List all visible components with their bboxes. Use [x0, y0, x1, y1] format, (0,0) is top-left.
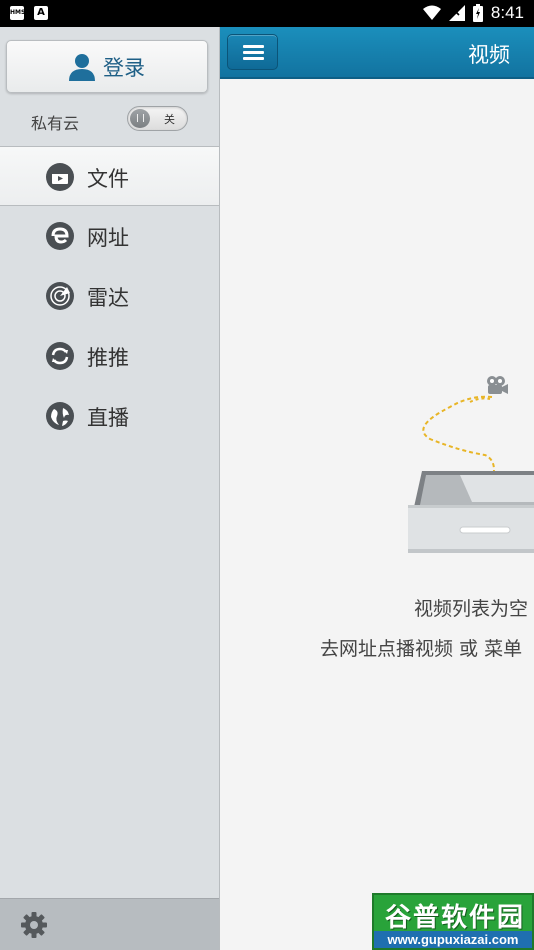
- sidebar: 登录 私有云 关 文件 网址 雷达 推推 直播: [0, 27, 220, 950]
- page-title: 视频: [468, 43, 510, 67]
- a-notification-icon: A: [34, 6, 48, 20]
- sidebar-item-label: 雷达: [87, 286, 129, 310]
- battery-icon: [472, 4, 483, 22]
- sidebar-item-label: 推推: [87, 346, 129, 370]
- login-label: 登录: [103, 55, 145, 80]
- empty-list-message: 视频列表为空: [414, 598, 529, 620]
- watermark-title: 谷普软件园: [384, 903, 525, 933]
- hamburger-line: [243, 51, 264, 54]
- browser-e-icon: [46, 222, 74, 250]
- wifi-icon: [422, 5, 441, 20]
- file-video-icon: [46, 163, 74, 191]
- watermark-logo: 谷普软件园 www.gupuxiazai.com: [372, 893, 534, 950]
- toggle-knob: [130, 109, 150, 128]
- main-panel: 视频 视频列表为空 去网址点播视频 或 菜单: [220, 27, 534, 950]
- private-cloud-row: 私有云 关: [0, 105, 220, 135]
- hamburger-line: [243, 57, 264, 60]
- empty-drawer-illustration: [408, 376, 534, 553]
- sidebar-nav: 文件 网址 雷达 推推 直播: [0, 146, 219, 446]
- toggle-state-label: 关: [164, 113, 175, 126]
- status-bar: HMS A 8:41: [0, 0, 534, 27]
- private-cloud-toggle[interactable]: 关: [127, 106, 188, 131]
- sidebar-item-label: 文件: [87, 167, 129, 191]
- gear-icon[interactable]: [20, 911, 48, 939]
- camera-icon: [487, 376, 508, 394]
- push-sync-icon: [46, 342, 74, 370]
- empty-list-hint: 去网址点播视频 或 菜单: [320, 638, 523, 660]
- watermark-url: www.gupuxiazai.com: [374, 931, 532, 948]
- signal-icon: [448, 5, 465, 21]
- sidebar-item-files[interactable]: 文件: [0, 146, 219, 206]
- globe-live-icon: [46, 402, 74, 430]
- main-header: 视频: [220, 27, 534, 79]
- sidebar-item-web[interactable]: 网址: [0, 206, 219, 266]
- private-cloud-label: 私有云: [31, 114, 80, 133]
- radar-icon: [46, 282, 74, 310]
- user-icon: [69, 53, 95, 81]
- hms-icon: HMS: [10, 6, 25, 20]
- sidebar-item-label: 网址: [87, 226, 129, 250]
- login-button[interactable]: 登录: [6, 40, 208, 93]
- sidebar-footer: [0, 898, 219, 950]
- sidebar-item-push[interactable]: 推推: [0, 326, 219, 386]
- clock-time: 8:41: [490, 3, 524, 22]
- sidebar-item-label: 直播: [87, 406, 129, 430]
- hamburger-line: [243, 45, 264, 48]
- sidebar-item-radar[interactable]: 雷达: [0, 266, 219, 326]
- sidebar-item-live[interactable]: 直播: [0, 386, 219, 446]
- menu-button[interactable]: [227, 34, 278, 70]
